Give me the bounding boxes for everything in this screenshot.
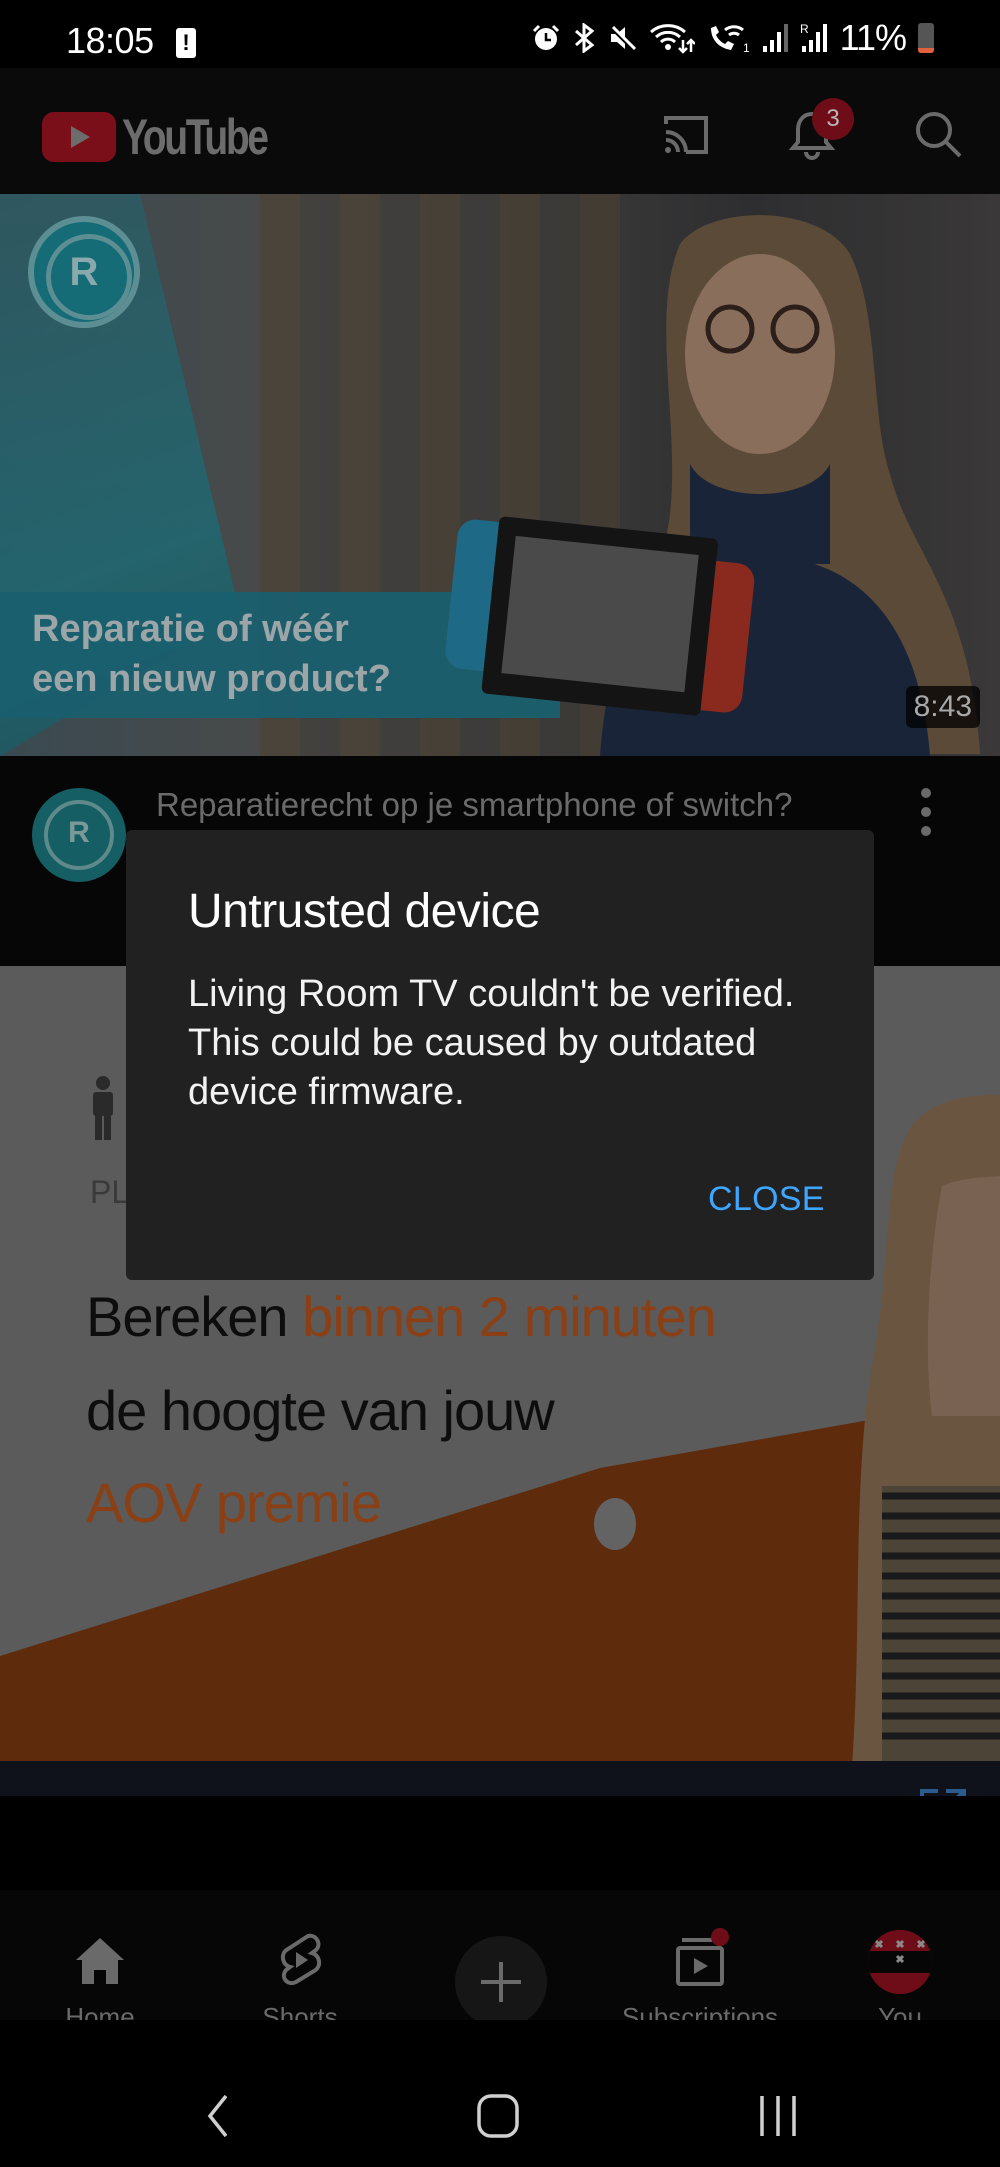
person-icon <box>93 1076 113 1140</box>
video-title[interactable]: Reparatierecht op je smartphone of switc… <box>156 786 793 824</box>
mute-icon <box>609 25 636 51</box>
wifi-calling-icon: 1 <box>710 25 750 54</box>
video-thumbnail[interactable]: R Reparatie of wéér een nieuw product? 8… <box>0 194 1000 756</box>
thumbnail-caption: Reparatie of wéér een nieuw product? <box>32 604 391 704</box>
thumbnail-console <box>437 508 778 756</box>
roaming-signal-icon: R <box>800 22 827 52</box>
nav-subscriptions[interactable]: Subscriptions <box>620 1890 780 2032</box>
ad-decoration-dot <box>594 1498 636 1550</box>
alarm-icon <box>532 24 559 50</box>
visit-site-link[interactable]: Site bezoeken <box>32 1791 241 1796</box>
bluetooth-icon <box>574 23 594 53</box>
home-icon <box>76 1938 124 1984</box>
battery-icon <box>918 23 934 53</box>
channel-logo-overlay: R <box>28 216 140 328</box>
back-icon[interactable] <box>190 2086 250 2146</box>
nav-shorts[interactable]: Shorts <box>220 1890 380 2032</box>
status-time: 18:05 <box>66 20 154 61</box>
ad-headline-line2: de hoogte van jouw <box>86 1379 555 1442</box>
battery-alert-icon <box>176 28 196 58</box>
youtube-logo[interactable]: YouTube <box>42 108 307 166</box>
youtube-play-icon <box>42 112 116 162</box>
amsterdam-flag-avatar <box>868 1930 932 1994</box>
status-icons: 1 R 11% <box>531 17 934 58</box>
ad-headline-line1: Bereken binnen 2 minuten <box>86 1285 717 1348</box>
svg-text:1: 1 <box>743 41 750 54</box>
search-icon[interactable] <box>910 106 966 162</box>
system-nav-bar <box>0 2020 1000 2167</box>
svg-text:R: R <box>800 22 809 36</box>
plus-icon <box>481 1962 521 2002</box>
subscriptions-new-indicator <box>711 1928 729 1946</box>
untrusted-device-dialog: Untrusted device Living Room TV couldn't… <box>126 830 874 1280</box>
youtube-logo-text: YouTube <box>122 109 269 165</box>
status-bar: 18:05 1 R 11% <box>0 0 1000 68</box>
video-duration: 8:43 <box>905 686 980 728</box>
channel-avatar[interactable]: R <box>32 788 126 882</box>
thumbnail-caption-line2: een nieuw product? <box>32 658 391 700</box>
cast-icon[interactable] <box>658 106 714 162</box>
external-link-icon[interactable] <box>918 1787 968 1796</box>
recents-icon[interactable] <box>748 2086 808 2146</box>
notification-badge: 3 <box>812 98 854 140</box>
avatar[interactable] <box>868 1930 932 1994</box>
dialog-message: Living Room TV couldn't be verified. Thi… <box>188 973 795 1113</box>
wifi-icon <box>649 24 695 54</box>
create-button[interactable] <box>455 1936 547 2028</box>
close-button[interactable]: CLOSE <box>698 1172 835 1227</box>
more-options-icon[interactable] <box>916 788 936 852</box>
signal-icon <box>762 24 788 52</box>
shorts-icon <box>281 1933 321 1985</box>
battery-percent: 11% <box>839 17 907 58</box>
thumbnail-caption-line1: Reparatie of wéér <box>32 608 349 650</box>
nav-home[interactable]: Home <box>20 1890 180 2032</box>
ad-headline-line3: AOV premie <box>86 1471 382 1534</box>
dialog-title: Untrusted device <box>188 885 541 938</box>
ad-presenter <box>852 1094 1000 1766</box>
app-header: YouTube 3 <box>0 68 1000 194</box>
ad-cta-bar[interactable]: Site bezoeken <box>0 1761 1000 1796</box>
home-button-icon[interactable] <box>468 2086 528 2146</box>
